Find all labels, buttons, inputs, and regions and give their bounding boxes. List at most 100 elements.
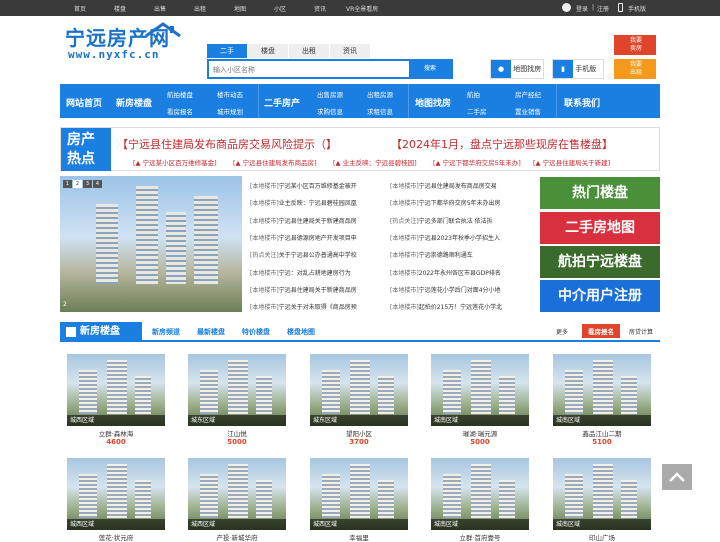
listing-name[interactable]: 印山广场: [553, 532, 651, 542]
listing-name[interactable]: 鑫品江山二期: [553, 428, 651, 438]
rent-out-button[interactable]: 我要 出租: [614, 59, 656, 79]
banner-aerial[interactable]: 航拍宁远楼盘: [540, 246, 660, 278]
listing-name[interactable]: 立群·首府壹号: [431, 532, 529, 542]
news-item[interactable]: [本地楼市]宁远县2023年秋季小学招生入: [390, 233, 500, 242]
nav-aerial2[interactable]: 航拍: [467, 89, 480, 99]
nav-sales[interactable]: 置业销售: [515, 106, 541, 116]
topnav-community[interactable]: 小区: [274, 4, 286, 13]
hot-sublink[interactable]: [▲ 业主反映：宁远县碧桂园]: [333, 157, 417, 167]
mobile-version-button[interactable]: ▮ 手机版: [552, 59, 604, 79]
topnav-news[interactable]: 资讯: [314, 4, 326, 13]
mobile-link[interactable]: 手机版: [628, 4, 646, 13]
listing-image[interactable]: 城东区域: [188, 354, 286, 426]
listing-card[interactable]: 城西区域 立群·森林海 4600: [67, 354, 165, 446]
nav-city-planning[interactable]: 城市规划: [217, 106, 243, 116]
news-item[interactable]: [本地楼市]2022年永州各区市县GDP排名: [390, 268, 501, 277]
news-item[interactable]: [本地楼市]宁远下都华府交房5年未办出房: [390, 198, 501, 207]
banner-agent-register[interactable]: 中介用户注册: [540, 280, 660, 312]
nav-secondhand[interactable]: 二手房产: [264, 96, 300, 109]
nav-contact[interactable]: 联系我们: [564, 96, 600, 109]
listing-name[interactable]: 江山悦: [188, 428, 286, 438]
hot-sublink[interactable]: [▲ 宁远县住建局关于新建]: [533, 157, 610, 167]
news-item[interactable]: [本地楼市]宁远某小区百万维修基金被开: [250, 181, 357, 190]
news-item[interactable]: [热点关注]宁远多部门联合执法 依法拆: [390, 216, 493, 225]
slider-dot[interactable]: 1: [63, 180, 72, 188]
more-link[interactable]: 更多: [556, 327, 568, 336]
hot-headline-2[interactable]: 【2024年1月，盘点宁远那些现房在售楼盘】: [391, 136, 613, 152]
slider-dot-active[interactable]: 2: [73, 180, 82, 188]
news-item[interactable]: [本地楼市]宁远县住建局关于新建商品房: [250, 285, 357, 294]
news-item[interactable]: [本地楼市]业主反映：宁远县碧桂园凤凰: [250, 198, 357, 207]
topnav-loupan[interactable]: 楼盘: [114, 4, 126, 13]
listing-card[interactable]: 城南区域 印山广场: [553, 458, 651, 542]
listing-image[interactable]: 城西区域: [67, 354, 165, 426]
banner-hot-loupan[interactable]: 热门楼盘: [540, 177, 660, 209]
tab-loupan[interactable]: 楼盘: [248, 44, 288, 58]
hot-sublink[interactable]: [▲ 宁远县住建局发布商品房]: [233, 157, 317, 167]
tab-chuzu[interactable]: 出租: [289, 44, 329, 58]
news-item[interactable]: [本地楼市]起拍价215万！宁远莲花小学北: [390, 302, 502, 311]
nav-sale-listings[interactable]: 出售房源: [317, 89, 343, 99]
listing-image[interactable]: 城南区域: [553, 458, 651, 530]
tab-ershou[interactable]: 二手: [207, 44, 247, 58]
listing-image[interactable]: 城南区域: [431, 458, 529, 530]
search-input[interactable]: [213, 65, 403, 75]
banner-secondhand-map[interactable]: 二手房地图: [540, 212, 660, 244]
listing-image[interactable]: 城西区域: [67, 458, 165, 530]
topnav-vr[interactable]: VR全景看房: [346, 4, 378, 13]
listing-name[interactable]: 莲花·状元府: [67, 532, 165, 542]
listing-card[interactable]: 城西区域产投·新城华府: [188, 458, 286, 542]
nav-agents[interactable]: 房产经纪: [515, 89, 541, 99]
nav-newhouse[interactable]: 新房楼盘: [116, 96, 152, 109]
tab-zixun[interactable]: 资讯: [330, 44, 370, 58]
listing-card[interactable]: 城南区域 鑫品江山二期 5100: [553, 354, 651, 446]
mortgage-calc-link[interactable]: 房贷计算: [629, 327, 653, 336]
hot-sublink[interactable]: [▲ 宁远下都华府交房5年未办]: [433, 157, 521, 167]
nav-map[interactable]: 地图找房: [415, 96, 451, 109]
slider-dot[interactable]: 4: [93, 180, 102, 188]
listing-card[interactable]: 城东区域 望阳小区 3700: [310, 354, 408, 446]
nav-want-rent[interactable]: 求租信息: [367, 106, 393, 116]
listing-name[interactable]: 产投·新城华府: [188, 532, 286, 542]
listing-image[interactable]: 城西区域: [188, 458, 286, 530]
listing-name[interactable]: 立群·森林海: [67, 428, 165, 438]
nav-home[interactable]: 网站首页: [66, 96, 102, 109]
tab-map[interactable]: 楼盘地图: [287, 327, 315, 337]
listing-card[interactable]: 城南区域 璀湖·瑞元源 5000: [431, 354, 529, 446]
slider-dot[interactable]: 3: [83, 180, 92, 188]
back-to-top-button[interactable]: [662, 464, 692, 490]
news-item[interactable]: [本地楼市]宁远县住建局关于新建商品房: [250, 216, 357, 225]
tab-special[interactable]: 特价楼盘: [242, 327, 270, 337]
news-item[interactable]: [本地楼市]宁远关于对未取得《商品房预: [250, 302, 357, 311]
login-link[interactable]: 登录: [576, 4, 588, 13]
nav-secondhand-small[interactable]: 二手房: [467, 106, 487, 116]
listing-name[interactable]: 望阳小区: [310, 428, 408, 438]
nav-rent-listings[interactable]: 出租房源: [367, 89, 393, 99]
listing-image[interactable]: 城西区域: [310, 458, 408, 530]
listing-card[interactable]: 城西区域莲花·状元府: [67, 458, 165, 542]
nav-aerial[interactable]: 航拍楼盘: [167, 89, 193, 99]
image-slider[interactable]: 1 2 3 4 2: [60, 176, 242, 312]
topnav-sale[interactable]: 出售: [154, 4, 166, 13]
tab-latest[interactable]: 最新楼盘: [197, 327, 225, 337]
tab-newhouse-channel[interactable]: 新房频道: [152, 327, 180, 337]
topnav-home[interactable]: 首页: [74, 4, 86, 13]
hot-headline-1[interactable]: 【宁远县住建局发布商品房交易风险提示（】: [117, 136, 337, 152]
map-search-button[interactable]: ● 地图找房: [490, 59, 544, 79]
listing-name[interactable]: 幸福里: [310, 532, 408, 542]
register-link[interactable]: 注册: [597, 4, 609, 13]
listing-card[interactable]: 城西区域 幸福里: [310, 458, 408, 542]
listing-name[interactable]: 璀湖·瑞元源: [431, 428, 529, 438]
topnav-rent[interactable]: 出租: [194, 4, 206, 13]
topnav-map[interactable]: 地图: [234, 4, 246, 13]
sell-house-button[interactable]: 我要 卖房: [614, 35, 656, 55]
nav-viewing-signup[interactable]: 看房报名: [167, 106, 193, 116]
signup-button[interactable]: 看房报名: [582, 324, 620, 338]
search-button[interactable]: 搜索: [409, 61, 451, 77]
news-item[interactable]: [本地楼市]宁远县住建局发布商品房交易: [390, 181, 497, 190]
news-item[interactable]: [本地楼市]宁远：对乱占耕地建房行为: [250, 268, 351, 277]
nav-market-news[interactable]: 楼市动态: [217, 89, 243, 99]
hot-sublink[interactable]: [▲ 宁远某小区百万维修基金]: [133, 157, 217, 167]
news-item[interactable]: [本地楼市]宁远崇德路顺利通车: [390, 250, 473, 259]
news-item[interactable]: [本地楼市]宁远莲花小学后门对面4分小地: [390, 285, 501, 294]
